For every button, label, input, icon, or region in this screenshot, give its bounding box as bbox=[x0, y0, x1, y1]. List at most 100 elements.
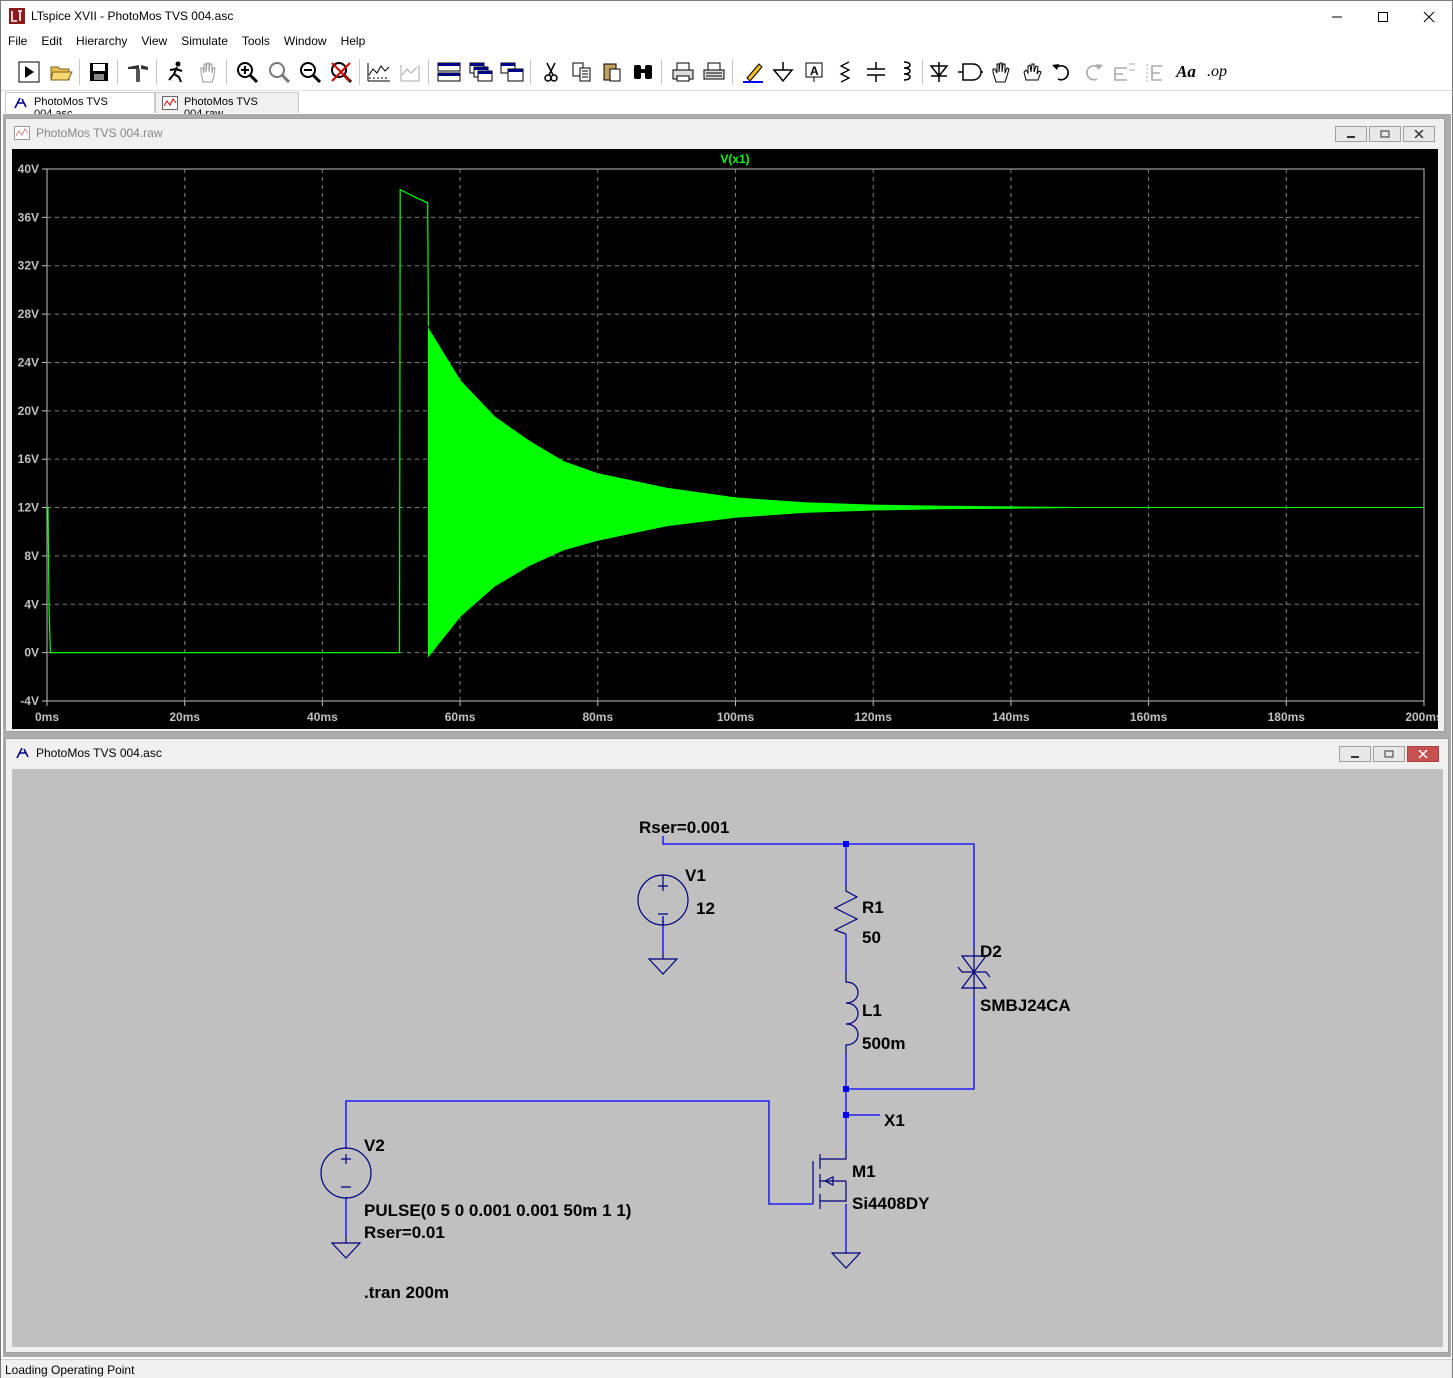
text-button[interactable]: Aa bbox=[1172, 58, 1200, 86]
menu-tools[interactable]: Tools bbox=[235, 32, 277, 52]
tile-vertical-button[interactable] bbox=[498, 58, 526, 86]
menu-help[interactable]: Help bbox=[334, 32, 373, 52]
halt-button[interactable] bbox=[162, 58, 190, 86]
resistor-button[interactable] bbox=[831, 58, 859, 86]
redo-button[interactable] bbox=[1079, 58, 1107, 86]
menu-file[interactable]: File bbox=[1, 32, 34, 52]
schematic-close-button[interactable] bbox=[1407, 746, 1439, 762]
control-panel-button[interactable] bbox=[124, 58, 152, 86]
m1-symbol[interactable] bbox=[812, 1149, 847, 1209]
schematic-restore-button[interactable] bbox=[1373, 746, 1405, 762]
zoom-cancel-button[interactable] bbox=[327, 58, 355, 86]
component-button[interactable] bbox=[956, 58, 984, 86]
v1-rser-label[interactable]: Rser=0.001 bbox=[639, 818, 729, 837]
minimize-icon bbox=[1332, 16, 1342, 17]
rotate-button[interactable] bbox=[1110, 58, 1138, 86]
add-trace-button[interactable] bbox=[396, 58, 424, 86]
print-setup-icon bbox=[703, 62, 725, 80]
ground-button[interactable] bbox=[769, 58, 797, 86]
trace-label-vx1[interactable]: V(x1) bbox=[720, 152, 749, 166]
m1-name-label[interactable]: M1 bbox=[852, 1162, 876, 1181]
print-button[interactable] bbox=[669, 58, 697, 86]
waveform-plot[interactable]: 40V 36V 32V 28V 24V 20V 16V 12V 8V 4V 0V -4V 0ms 20m… bbox=[12, 149, 1443, 729]
print-icon bbox=[672, 62, 694, 82]
undo-button[interactable] bbox=[1048, 58, 1076, 86]
inductor-button[interactable] bbox=[892, 58, 920, 86]
r1-name-label[interactable]: R1 bbox=[862, 898, 884, 917]
waveform-icon bbox=[14, 126, 30, 140]
tile-horizontal-button[interactable] bbox=[435, 58, 463, 86]
zoom-out-button[interactable] bbox=[296, 58, 324, 86]
waveform-restore-button[interactable] bbox=[1369, 126, 1401, 142]
mirror-button[interactable] bbox=[1141, 58, 1169, 86]
cascade-icon bbox=[469, 62, 493, 82]
r1-symbol[interactable] bbox=[833, 886, 859, 935]
r1-value-label[interactable]: 50 bbox=[862, 928, 881, 947]
y-tick-label: 32V bbox=[18, 259, 39, 273]
trace-vx1[interactable] bbox=[47, 188, 429, 654]
zoom-in-button[interactable] bbox=[233, 58, 261, 86]
toolbar: A Aa .op bbox=[1, 53, 1452, 91]
pan-button[interactable] bbox=[194, 58, 222, 86]
menu-window[interactable]: Window bbox=[277, 32, 334, 52]
minimize-button[interactable] bbox=[1314, 1, 1360, 32]
net-label-x1[interactable]: X1 bbox=[884, 1111, 905, 1130]
tran-directive[interactable]: .tran 200m bbox=[364, 1283, 449, 1302]
draw-wire-icon bbox=[743, 63, 763, 83]
drag-button[interactable] bbox=[1018, 58, 1046, 86]
waveform-close-button[interactable] bbox=[1403, 126, 1435, 142]
save-button[interactable] bbox=[85, 58, 113, 86]
v1-symbol[interactable] bbox=[637, 874, 689, 975]
l1-value-label[interactable]: 500m bbox=[862, 1034, 905, 1053]
menu-hierarchy[interactable]: Hierarchy bbox=[69, 32, 134, 52]
maximize-button[interactable] bbox=[1360, 1, 1406, 32]
y-tick-label: 0V bbox=[24, 646, 39, 660]
l1-name-label[interactable]: L1 bbox=[862, 1001, 882, 1020]
v2-rser-label[interactable]: Rser=0.01 bbox=[364, 1223, 445, 1242]
zoom-full-button[interactable] bbox=[265, 58, 293, 86]
print-setup-button[interactable] bbox=[700, 58, 728, 86]
y-tick-label: 16V bbox=[18, 452, 39, 466]
spice-directive-button[interactable]: .op bbox=[1203, 58, 1231, 86]
tab-schematic[interactable]: PhotoMos TVS 004.asc bbox=[5, 92, 155, 120]
d2-value-label[interactable]: SMBJ24CA bbox=[980, 996, 1071, 1015]
l1-symbol[interactable] bbox=[845, 972, 859, 1054]
restore-icon bbox=[1384, 750, 1394, 758]
find-button[interactable] bbox=[629, 58, 657, 86]
move-button[interactable] bbox=[987, 58, 1015, 86]
menu-view[interactable]: View bbox=[134, 32, 174, 52]
wire-v2-gate[interactable] bbox=[345, 1100, 813, 1205]
diode-button[interactable] bbox=[925, 58, 953, 86]
schematic-canvas[interactable]: Rser=0.001 V1 12 R1 50 L1 500m D2 SMBJ24… bbox=[12, 769, 1443, 1347]
v2-name-label[interactable]: V2 bbox=[364, 1136, 385, 1155]
menu-edit[interactable]: Edit bbox=[34, 32, 69, 52]
autorange-button[interactable] bbox=[365, 58, 393, 86]
menu-simulate[interactable]: Simulate bbox=[174, 32, 235, 52]
schematic-minimize-button[interactable] bbox=[1339, 746, 1371, 762]
close-icon bbox=[1414, 130, 1424, 138]
label-net-button[interactable]: A bbox=[800, 58, 828, 86]
v1-value-label[interactable]: 12 bbox=[696, 899, 715, 918]
trace-vx1-ringing-envelope[interactable] bbox=[427, 326, 1424, 658]
x-tick-label: 60ms bbox=[445, 710, 476, 724]
paste-button[interactable] bbox=[598, 58, 626, 86]
run-button[interactable] bbox=[15, 58, 43, 86]
open-button[interactable] bbox=[47, 58, 75, 86]
v1-name-label[interactable]: V1 bbox=[685, 866, 706, 885]
waveform-window-titlebar: PhotoMos TVS 004.raw bbox=[6, 119, 1444, 145]
v2-value-label[interactable]: PULSE(0 5 0 0.001 0.001 50m 1 1) bbox=[364, 1201, 631, 1220]
y-tick-label: 28V bbox=[18, 307, 39, 321]
copy-button[interactable] bbox=[568, 58, 596, 86]
find-icon bbox=[634, 65, 652, 79]
tile-vertical-icon bbox=[500, 62, 524, 82]
d2-name-label[interactable]: D2 bbox=[980, 942, 1002, 961]
cascade-button[interactable] bbox=[467, 58, 495, 86]
wire-top[interactable] bbox=[662, 836, 975, 947]
tab-waveform[interactable]: PhotoMos TVS 004.raw bbox=[155, 92, 299, 120]
close-button[interactable] bbox=[1406, 1, 1452, 32]
draw-wire-button[interactable] bbox=[739, 58, 767, 86]
cut-button[interactable] bbox=[537, 58, 565, 86]
capacitor-button[interactable] bbox=[862, 58, 890, 86]
m1-value-label[interactable]: Si4408DY bbox=[852, 1194, 930, 1213]
waveform-minimize-button[interactable] bbox=[1335, 126, 1367, 142]
